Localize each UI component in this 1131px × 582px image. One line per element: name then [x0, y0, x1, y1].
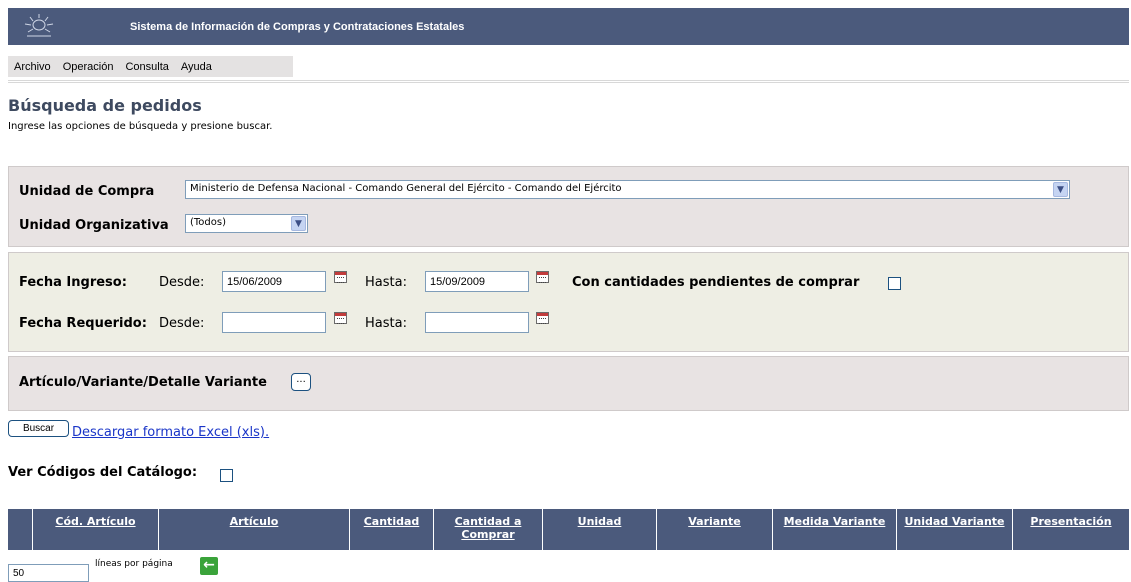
fecha-ingreso-desde-label: Desde:: [159, 275, 205, 290]
column-header-cod-articulo[interactable]: Cód. Artículo: [32, 509, 158, 550]
calendar-icon[interactable]: [334, 312, 347, 324]
articulo-browse-button[interactable]: ...: [291, 373, 311, 391]
calendar-icon[interactable]: [536, 312, 549, 324]
unidad-compra-label: Unidad de Compra: [19, 184, 155, 199]
column-header-unidad-variante[interactable]: Unidad Variante: [896, 509, 1012, 550]
menu-archivo[interactable]: Archivo: [8, 61, 57, 73]
calendar-icon[interactable]: [536, 271, 549, 283]
excel-download-link[interactable]: Descargar formato Excel (xls).: [72, 425, 269, 440]
unidad-organizativa-select[interactable]: (Todos) ▼: [185, 214, 308, 233]
ver-codigos-label: Ver Códigos del Catálogo:: [8, 465, 198, 480]
menu-operacion[interactable]: Operación: [57, 61, 120, 73]
fecha-ingreso-hasta-label: Hasta:: [365, 275, 407, 290]
fechas-panel: Fecha Ingreso: Desde: Hasta: Con cantida…: [8, 252, 1129, 352]
chevron-down-icon[interactable]: ▼: [291, 216, 306, 231]
fecha-requerido-label: Fecha Requerido:: [19, 316, 147, 331]
lines-per-page-input[interactable]: [8, 564, 89, 582]
fecha-ingreso-label: Fecha Ingreso:: [19, 275, 127, 290]
unidad-compra-value: Ministerio de Defensa Nacional - Comando…: [190, 183, 622, 194]
unidad-organizativa-label: Unidad Organizativa: [19, 218, 169, 233]
page-subtitle: Ingrese las opciones de búsqueda y presi…: [8, 121, 273, 132]
column-header-articulo[interactable]: Artículo: [158, 509, 349, 550]
column-header-cantidad[interactable]: Cantidad: [349, 509, 433, 550]
pendientes-label: Con cantidades pendientes de comprar: [572, 275, 860, 290]
fecha-ingreso-hasta-input[interactable]: [425, 271, 529, 292]
fecha-requerido-hasta-label: Hasta:: [365, 316, 407, 331]
menu-bar: Archivo Operación Consulta Ayuda: [8, 56, 293, 77]
articulo-label: Artículo/Variante/Detalle Variante: [19, 375, 267, 390]
buscar-button[interactable]: Buscar: [8, 420, 69, 437]
header-divider: [8, 80, 1129, 83]
menu-ayuda[interactable]: Ayuda: [175, 61, 218, 73]
app-title: Sistema de Información de Compras y Cont…: [130, 21, 465, 33]
chevron-down-icon[interactable]: ▼: [1053, 182, 1068, 197]
menu-consulta[interactable]: Consulta: [119, 61, 174, 73]
page-title: Búsqueda de pedidos: [8, 96, 202, 115]
column-header-variante[interactable]: Variante: [656, 509, 772, 550]
fecha-requerido-desde-label: Desde:: [159, 316, 205, 331]
unidad-panel: Unidad de Compra Ministerio de Defensa N…: [8, 166, 1129, 247]
unidad-compra-select[interactable]: Ministerio de Defensa Nacional - Comando…: [185, 180, 1070, 199]
app-header: Sistema de Información de Compras y Cont…: [8, 8, 1129, 45]
sun-logo-icon: [24, 14, 54, 37]
articulo-panel: Artículo/Variante/Detalle Variante ...: [8, 356, 1129, 411]
fecha-ingreso-desde-input[interactable]: [222, 271, 326, 292]
column-header-unidad[interactable]: Unidad: [542, 509, 656, 550]
arrow-left-icon[interactable]: ←: [200, 557, 218, 575]
ver-codigos-checkbox[interactable]: [220, 469, 233, 482]
results-table-header: Cód. Artículo Artículo Cantidad Cantidad…: [8, 509, 1129, 550]
pendientes-checkbox[interactable]: [888, 277, 901, 290]
column-header-presentacion[interactable]: Presentación: [1012, 509, 1129, 550]
unidad-organizativa-value: (Todos): [190, 217, 227, 228]
column-header-medida-variante[interactable]: Medida Variante: [772, 509, 896, 550]
lines-per-page-label: líneas por página: [95, 559, 173, 569]
fecha-requerido-hasta-input[interactable]: [425, 312, 529, 333]
fecha-requerido-desde-input[interactable]: [222, 312, 326, 333]
calendar-icon[interactable]: [334, 271, 347, 283]
column-header-cantidad-a-comprar[interactable]: Cantidad a Comprar: [433, 509, 542, 550]
